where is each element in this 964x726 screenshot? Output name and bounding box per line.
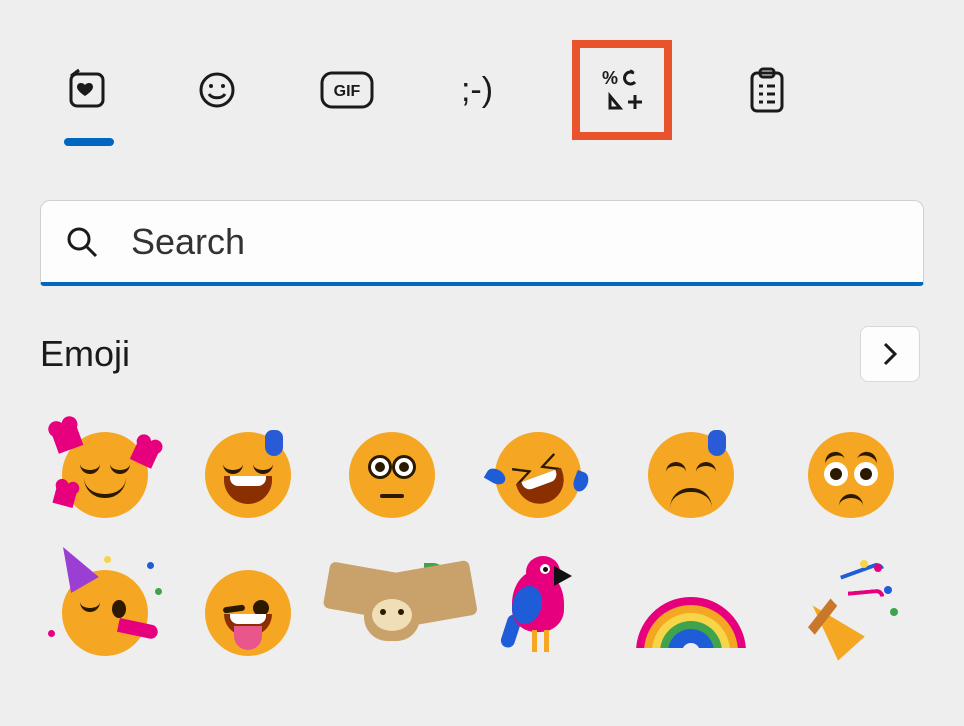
expand-section-button[interactable] bbox=[860, 326, 920, 382]
emoji-pleading-face[interactable] bbox=[796, 432, 906, 518]
clipboard-icon bbox=[747, 66, 787, 114]
search-icon bbox=[65, 225, 99, 259]
emoji-rainbow[interactable] bbox=[636, 558, 746, 668]
tab-clipboard[interactable] bbox=[732, 63, 802, 118]
emoji-grinning-face-with-sweat[interactable] bbox=[201, 432, 294, 518]
gif-icon: GIF bbox=[319, 70, 375, 110]
section-header: Emoji bbox=[40, 326, 920, 382]
section-title: Emoji bbox=[40, 333, 130, 375]
tab-symbols[interactable]: % bbox=[572, 40, 672, 140]
emoji-partying-face[interactable] bbox=[58, 558, 151, 668]
smiley-icon bbox=[195, 68, 239, 112]
search-bar bbox=[40, 200, 924, 286]
symbols-icon: % bbox=[598, 66, 646, 114]
tab-gif[interactable]: GIF bbox=[312, 63, 382, 118]
category-tabs: GIF ;-) % bbox=[0, 0, 964, 140]
emoji-downcast-face-with-sweat[interactable] bbox=[636, 432, 746, 518]
emoji-smiling-face-with-hearts[interactable] bbox=[58, 432, 151, 518]
emoji-rolling-on-the-floor-laughing[interactable]: ＞＜ bbox=[490, 432, 586, 518]
emoji-parrot[interactable] bbox=[490, 558, 586, 668]
emoji-winking-face-with-tongue[interactable] bbox=[201, 558, 294, 668]
emoji-sloth[interactable] bbox=[344, 558, 440, 668]
tab-kaomoji[interactable]: ;-) bbox=[442, 63, 512, 118]
search-field[interactable] bbox=[40, 200, 924, 286]
svg-text:GIF: GIF bbox=[334, 83, 361, 100]
favorites-heart-icon bbox=[65, 68, 109, 112]
emoji-flushed-face[interactable] bbox=[344, 432, 440, 518]
kaomoji-icon: ;-) bbox=[461, 71, 493, 110]
emoji-grid: ＞＜ bbox=[0, 382, 964, 668]
tab-emoji[interactable] bbox=[182, 63, 252, 118]
emoji-party-popper[interactable] bbox=[796, 558, 906, 668]
chevron-right-icon bbox=[880, 339, 900, 369]
tab-favorites[interactable] bbox=[52, 63, 122, 118]
active-tab-underline bbox=[64, 138, 114, 146]
search-input[interactable] bbox=[131, 221, 899, 263]
svg-text:%: % bbox=[602, 68, 618, 88]
